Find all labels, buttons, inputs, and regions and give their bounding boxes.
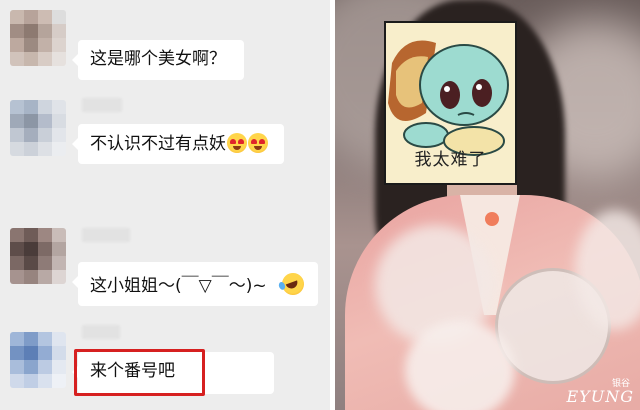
pendant — [485, 212, 499, 226]
watermark-small-text: 银谷 — [611, 379, 630, 389]
red-highlight-box — [74, 349, 205, 396]
blossom-blur — [405, 320, 515, 410]
chat-panel: 这是哪个美女啊？ 不认识不过有点妖 这小姐姐～(￣▽￣～)~ 来个番号吧 — [0, 0, 330, 410]
avatar[interactable] — [10, 100, 66, 156]
watermark-text: EYUNG — [566, 387, 634, 406]
message-text: 不认识不过有点妖 — [90, 134, 226, 154]
chat-bubble[interactable]: 这是哪个美女啊？ — [72, 40, 244, 80]
chat-bubble[interactable]: 这小姐姐～(￣▽￣～)~ — [72, 262, 318, 306]
message-text: 这是哪个美女啊？ — [90, 49, 226, 69]
sender-name-blurred — [82, 98, 122, 112]
avatar[interactable] — [10, 228, 66, 284]
watermark: 银谷 EYUNG — [566, 379, 634, 406]
heart-eyes-emoji — [248, 133, 268, 153]
avatar[interactable] — [10, 332, 66, 388]
meme-sticker: 我太难了 — [384, 21, 517, 185]
sender-name-blurred — [82, 325, 120, 339]
avatar[interactable] — [10, 10, 66, 66]
sticker-caption: 我太难了 — [414, 150, 487, 170]
heart-eyes-emoji — [227, 133, 247, 153]
message-text: 这小姐姐～(￣▽￣～)~ — [90, 276, 267, 296]
screenshot-composite: 这是哪个美女啊？ 不认识不过有点妖 这小姐姐～(￣▽￣～)~ 来个番号吧 我太难… — [0, 0, 640, 410]
laughing-emoji — [278, 269, 308, 299]
photo-panel: 我太难了 银谷 EYUNG — [335, 0, 640, 410]
chat-bubble[interactable]: 不认识不过有点妖 — [72, 124, 284, 164]
sender-name-blurred — [82, 228, 130, 242]
